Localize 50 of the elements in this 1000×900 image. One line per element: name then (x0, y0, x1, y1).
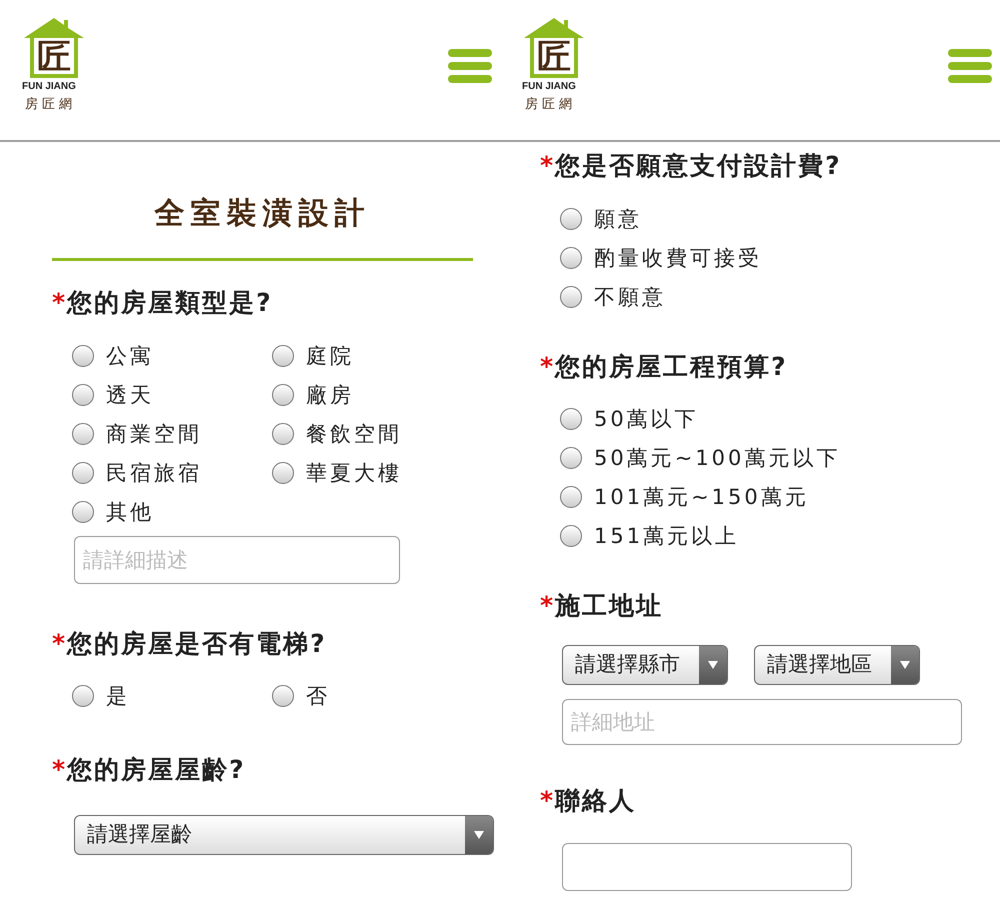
radio-option[interactable]: 酌量收費可接受 (560, 244, 1000, 272)
dropdown[interactable]: 請選擇屋齡 (74, 814, 494, 854)
required-asterisk: * (52, 755, 68, 784)
question-label: 您是否願意支付設計費? (555, 151, 842, 180)
logo-text: FUN JIANG (22, 82, 77, 92)
required-asterisk: * (540, 151, 556, 180)
question-label: 施工地址 (555, 591, 664, 620)
caret-icon (474, 830, 484, 838)
radio-option[interactable]: 151萬元以上 (560, 522, 1000, 550)
question-label: 您的房屋是否有電梯? (67, 628, 327, 658)
caret-icon (900, 660, 910, 668)
logo-text: 房匠網 (524, 98, 577, 111)
text-field[interactable]: 請詳細描述 (74, 536, 400, 584)
logo-text: 房匠網 (24, 98, 77, 111)
logo-text: FUN JIANG (522, 82, 577, 92)
menu-icon[interactable] (448, 49, 492, 83)
required-asterisk: * (540, 591, 556, 620)
radio-option[interactable]: 公寓 (72, 342, 272, 370)
question-label: 您的房屋工程預算? (555, 352, 788, 380)
radio-option[interactable]: 庭院 (272, 342, 472, 370)
radio-option[interactable]: 是 (72, 682, 272, 710)
radio-option[interactable]: 101萬元~150萬元 (560, 483, 1000, 511)
radio-option[interactable]: 餐飲空間 (272, 420, 472, 448)
required-asterisk: * (540, 352, 556, 380)
radio-option[interactable]: 50萬以下 (560, 405, 1000, 433)
radio-option[interactable]: 華夏大樓 (272, 458, 472, 486)
question-label: 聯絡人 (555, 786, 636, 814)
caret-icon (708, 660, 718, 668)
radio-option[interactable]: 民宿旅宿 (72, 458, 272, 486)
logo-character: 匠 (537, 37, 571, 77)
page-title: 全室裝潢設計 (153, 196, 372, 232)
dropdown[interactable]: 請選擇地區 (754, 644, 920, 684)
menu-icon[interactable] (948, 49, 992, 83)
radio-option[interactable]: 願意 (560, 204, 1000, 232)
text-field[interactable] (562, 843, 852, 891)
logo-character: 匠 (37, 37, 71, 77)
question-label: 您的房屋屋齡? (67, 755, 246, 784)
required-asterisk: * (52, 288, 68, 317)
radio-option[interactable]: 50萬元~100萬元以下 (560, 444, 1000, 472)
dropdown[interactable]: 請選擇縣市 (562, 644, 728, 684)
radio-option[interactable]: 商業空間 (72, 420, 272, 448)
radio-option[interactable]: 其他 (72, 498, 272, 526)
radio-option[interactable]: 不願意 (560, 282, 1000, 310)
radio-option[interactable]: 廠房 (272, 380, 472, 408)
text-field[interactable]: 詳細地址 (562, 698, 962, 744)
radio-option[interactable]: 透天 (72, 380, 272, 408)
required-asterisk: * (540, 786, 556, 814)
radio-option[interactable]: 否 (272, 682, 472, 710)
required-asterisk: * (52, 628, 68, 658)
question-label: 您的房屋類型是? (67, 288, 273, 317)
